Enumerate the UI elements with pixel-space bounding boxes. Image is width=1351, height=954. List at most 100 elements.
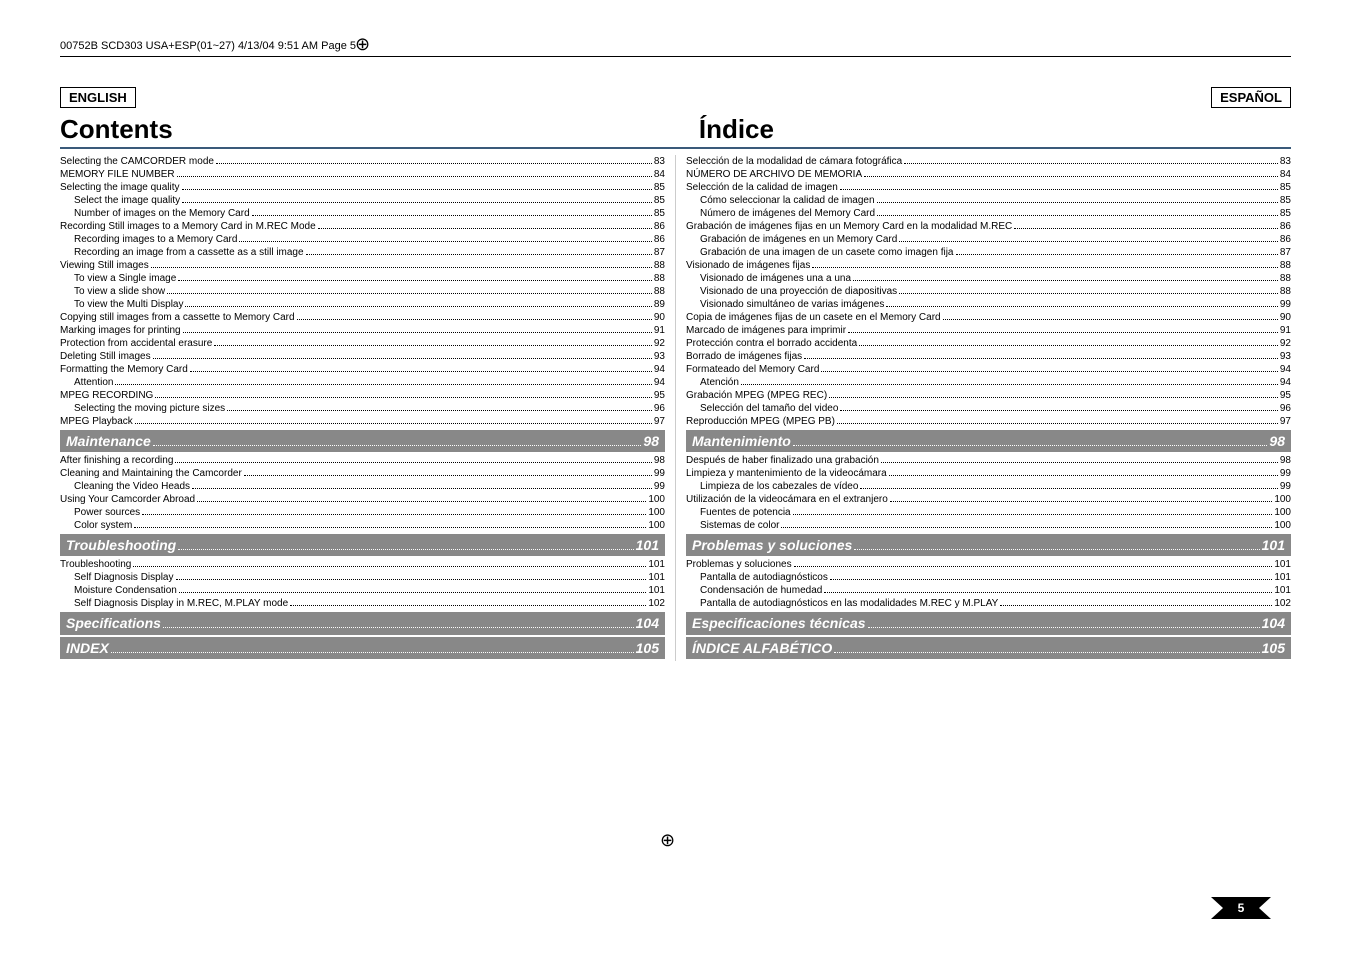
toc-label: Selección de la calidad de imagen (686, 181, 838, 194)
toc-entry: Limpieza y mantenimiento de la videocáma… (686, 467, 1291, 480)
left-toc-list: Selecting the CAMCORDER mode83MEMORY FIL… (60, 155, 665, 428)
left-trouble-list: Troubleshooting 101Self Diagnosis Display… (60, 558, 665, 610)
left-column: Selecting the CAMCORDER mode83MEMORY FIL… (60, 155, 676, 661)
toc-page: 86 (654, 233, 665, 246)
toc-entry: Recording Still images to a Memory Card … (60, 220, 665, 233)
toc-page: 88 (1280, 285, 1291, 298)
toc-entry: Attention94 (60, 376, 665, 389)
section-especificaciones: Especificaciones técnicas 104 (686, 612, 1291, 634)
toc-label: Selecting the image quality (60, 181, 180, 194)
toc-label: Selecting the moving picture sizes (74, 402, 225, 415)
toc-page: 96 (1280, 402, 1291, 415)
toc-label: Copia de imágenes fijas de un casete en … (686, 311, 941, 324)
toc-label: Limpieza y mantenimiento de la videocáma… (686, 467, 887, 480)
toc-label: Después de haber finalizado una grabació… (686, 454, 879, 467)
toc-label: To view the Multi Display (74, 298, 183, 311)
contents-title: Contents (60, 114, 173, 145)
toc-entry: Número de imágenes del Memory Card85 (686, 207, 1291, 220)
section-index: INDEX 105 (60, 637, 665, 659)
toc-label: Select the image quality (74, 194, 180, 207)
section-indice-alfabetico: ÍNDICE ALFABÉTICO 105 (686, 637, 1291, 659)
toc-label: Viewing Still images (60, 259, 149, 272)
toc-label: Limpieza de los cabezales de vídeo (700, 480, 858, 493)
toc-label: MPEG RECORDING (60, 389, 153, 402)
toc-page: 102 (648, 597, 665, 610)
toc-label: MEMORY FILE NUMBER (60, 168, 175, 181)
toc-page: 101 (1274, 558, 1291, 571)
toc-label: Troubleshooting (60, 558, 131, 571)
toc-label: Recording Still images to a Memory Card … (60, 220, 316, 233)
registration-mark-icon: ⊕ (355, 34, 370, 55)
toc-label: Condensación de humedad (700, 584, 822, 597)
toc-label: After finishing a recording (60, 454, 173, 467)
toc-label: Pantalla de autodiagnósticos en las moda… (700, 597, 998, 610)
toc-entry: Deleting Still images93 (60, 350, 665, 363)
toc-label: Cómo seleccionar la calidad de imagen (700, 194, 875, 207)
toc-entry: Protección contra el borrado accidenta92 (686, 337, 1291, 350)
toc-page: 88 (654, 259, 665, 272)
toc-entry: Grabación de imágenes en un Memory Card8… (686, 233, 1291, 246)
toc-label: Moisture Condensation (74, 584, 177, 597)
toc-entry: Cómo seleccionar la calidad de imagen85 (686, 194, 1291, 207)
toc-label: Cleaning the Video Heads (74, 480, 190, 493)
toc-entry: Number of images on the Memory Card85 (60, 207, 665, 220)
right-column: Selección de la modalidad de cámara foto… (676, 155, 1291, 661)
toc-label: Recording images to a Memory Card (74, 233, 237, 246)
toc-page: 85 (654, 181, 665, 194)
toc-page: 93 (1280, 350, 1291, 363)
toc-entry: Visionado de una proyección de diapositi… (686, 285, 1291, 298)
toc-entry: Limpieza de los cabezales de vídeo99 (686, 480, 1291, 493)
toc-entry: MPEG RECORDING 95 (60, 389, 665, 402)
toc-label: Reproducción MPEG (MPEG PB) (686, 415, 835, 428)
toc-page: 86 (1280, 233, 1291, 246)
content-columns: Selecting the CAMCORDER mode83MEMORY FIL… (60, 155, 1291, 661)
toc-label: Using Your Camcorder Abroad (60, 493, 195, 506)
right-toc-list: Selección de la modalidad de cámara foto… (686, 155, 1291, 428)
toc-entry: To view the Multi Display 89 (60, 298, 665, 311)
toc-page: 100 (648, 506, 665, 519)
toc-label: Selecting the CAMCORDER mode (60, 155, 214, 168)
toc-page: 86 (1280, 220, 1291, 233)
toc-page: 97 (654, 415, 665, 428)
toc-page: 97 (1280, 415, 1291, 428)
toc-page: 91 (1280, 324, 1291, 337)
toc-label: Protection from accidental erasure (60, 337, 212, 350)
toc-page: 95 (654, 389, 665, 402)
toc-entry: Atención94 (686, 376, 1291, 389)
toc-page: 100 (648, 519, 665, 532)
toc-entry: Marcado de imágenes para imprimir91 (686, 324, 1291, 337)
toc-label: Visionado de una proyección de diapositi… (700, 285, 897, 298)
svg-text:5: 5 (1238, 901, 1245, 915)
toc-label: Visionado de imágenes una a una (700, 272, 851, 285)
toc-page: 99 (1280, 467, 1291, 480)
toc-label: Deleting Still images (60, 350, 151, 363)
toc-entry: Grabación de imágenes fijas en un Memory… (686, 220, 1291, 233)
toc-page: 101 (648, 571, 665, 584)
toc-page: 89 (654, 298, 665, 311)
toc-entry: Selecting the CAMCORDER mode83 (60, 155, 665, 168)
toc-page: 85 (654, 207, 665, 220)
toc-entry: Fuentes de potencia100 (686, 506, 1291, 519)
toc-page: 100 (648, 493, 665, 506)
toc-page: 99 (1280, 298, 1291, 311)
toc-page: 84 (1280, 168, 1291, 181)
header-text: 00752B SCD303 USA+ESP(01~27) 4/13/04 9:5… (60, 40, 1291, 52)
toc-page: 86 (654, 220, 665, 233)
toc-label: Cleaning and Maintaining the Camcorder (60, 467, 242, 480)
toc-label: Número de imágenes del Memory Card (700, 207, 875, 220)
toc-page: 100 (1274, 506, 1291, 519)
toc-entry: Selecting the image quality 85 (60, 181, 665, 194)
toc-label: Power sources (74, 506, 140, 519)
toc-page: 100 (1274, 493, 1291, 506)
toc-entry: Visionado simultáneo de varias imágenes9… (686, 298, 1291, 311)
right-maint-list: Después de haber finalizado una grabació… (686, 454, 1291, 532)
toc-entry: Self Diagnosis Display101 (60, 571, 665, 584)
toc-page: 94 (654, 376, 665, 389)
toc-page: 84 (654, 168, 665, 181)
toc-entry: Cleaning the Video Heads99 (60, 480, 665, 493)
toc-page: 94 (1280, 376, 1291, 389)
registration-mark-icon: ⊕ (660, 830, 675, 851)
toc-entry: Pantalla de autodiagnósticos en las moda… (686, 597, 1291, 610)
toc-entry: Formateado del Memory Card94 (686, 363, 1291, 376)
toc-entry: Selección de la calidad de imagen85 (686, 181, 1291, 194)
